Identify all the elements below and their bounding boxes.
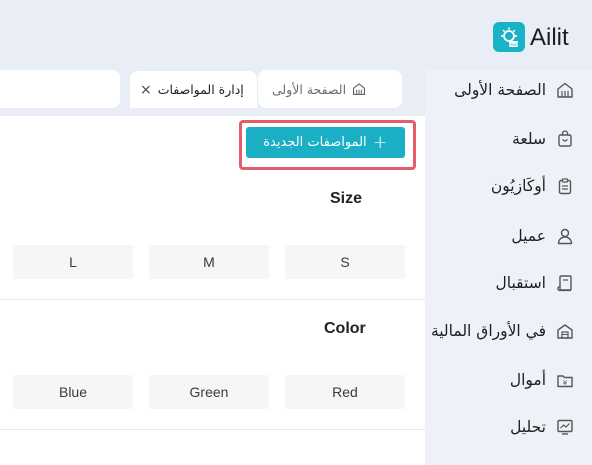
spec-title-size: Size — [330, 190, 363, 207]
tab-spec-management[interactable]: × إدارة المواصفات — [130, 71, 257, 108]
sidebar-item-home[interactable]: الصفحة الأولى — [454, 75, 574, 105]
brand-name: Ailit — [530, 24, 569, 51]
spec-title-color: Color — [324, 320, 366, 337]
sidebar-item-label: الصفحة الأولى — [454, 81, 546, 99]
tab-active-label: إدارة المواصفات — [157, 82, 244, 97]
home-icon — [557, 82, 573, 98]
section-divider — [0, 299, 425, 300]
tab-home[interactable]: الصفحة الأولى — [258, 70, 402, 108]
app-logo: mall — [493, 22, 525, 52]
spec-value-chip[interactable]: S — [285, 245, 405, 279]
section-divider — [0, 429, 425, 430]
add-spec-button[interactable]: المواصفات الجديدة + — [246, 127, 405, 158]
clipboard-icon — [558, 178, 572, 195]
sidebar-item-label: أوكَازيُون — [490, 177, 546, 195]
sidebar-item-stock[interactable]: في الأوراق المالية — [431, 316, 574, 346]
svg-text:mall: mall — [509, 42, 518, 47]
sidebar-item-label: سلعة — [512, 130, 546, 148]
tab-blank[interactable] — [0, 70, 120, 108]
wallet-icon: ¥ — [557, 375, 573, 388]
sidebar-item-label: في الأوراق المالية — [430, 322, 546, 340]
user-icon — [557, 228, 573, 245]
spec-value-chip[interactable]: L — [13, 245, 133, 279]
sun-bag-icon: mall — [501, 27, 518, 47]
close-icon[interactable]: × — [140, 82, 152, 98]
plus-icon: + — [372, 131, 388, 153]
sidebar-item-reception[interactable]: استقبال — [496, 268, 574, 298]
shopping-bag-icon — [558, 130, 572, 147]
sidebar-item-finance[interactable]: أموال ¥ — [510, 365, 574, 395]
home-icon — [353, 83, 366, 96]
sidebar-item-label: تحليل — [510, 418, 546, 436]
tab-home-label: الصفحة الأولى — [272, 81, 347, 97]
sidebar-item-label: استقبال — [495, 274, 546, 292]
spec-value-chip[interactable]: Red — [285, 375, 405, 409]
sidebar-item-analysis[interactable]: تحليل — [510, 412, 574, 442]
spec-value-chip[interactable]: Blue — [13, 375, 133, 409]
receipt-icon — [557, 275, 572, 292]
add-button-label: المواصفات الجديدة — [263, 135, 367, 150]
warehouse-icon — [557, 324, 573, 339]
chart-monitor-icon — [557, 419, 573, 435]
sidebar-item-product[interactable]: سلعة — [512, 124, 574, 154]
spec-value-chip[interactable]: M — [149, 245, 269, 279]
sidebar-item-label: عميل — [511, 227, 546, 245]
sidebar-item-sale[interactable]: أوكَازيُون — [491, 171, 574, 201]
spec-value-chip[interactable]: Green — [149, 375, 269, 409]
sidebar-item-label: أموال — [509, 371, 546, 389]
sidebar-item-customer[interactable]: عميل — [511, 221, 574, 251]
svg-text:¥: ¥ — [563, 379, 568, 387]
